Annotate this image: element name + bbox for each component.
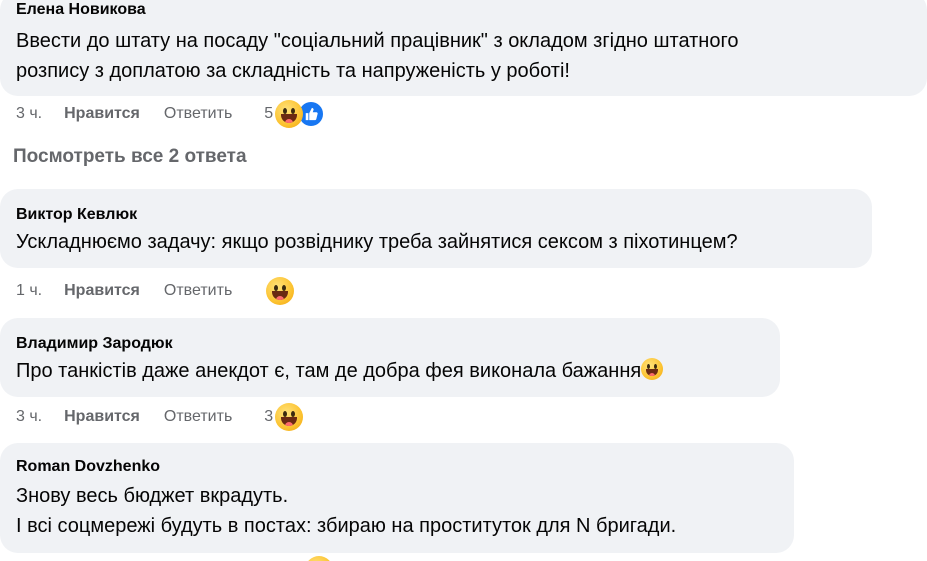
comment-text-line: Ускладнюємо задачу: якщо розвіднику треб…	[16, 231, 738, 253]
comment-bubble: Roman Dovzhenko Знову весь бюджет вкраду…	[0, 443, 794, 553]
comment-bubble: Виктор Кевлюк Ускладнюємо задачу: якщо р…	[0, 189, 872, 268]
comment-actions: 1 ч. Нравится Ответить	[16, 277, 295, 305]
reply-button[interactable]: Ответить	[164, 282, 232, 300]
comment-bubble: Владимир Зародюк Про танкістів даже анек…	[0, 318, 780, 397]
comment-author[interactable]: Владимир Зародюк	[16, 334, 764, 354]
comment-actions: 3 ч. Нравится Ответить 5	[16, 100, 326, 128]
laughing-emoji-icon[interactable]	[275, 403, 304, 431]
comment-time[interactable]: 1 ч.	[16, 282, 42, 300]
comment-actions: 3 ч. Нравится Ответить 3	[16, 403, 304, 431]
laughing-emoji-icon	[305, 556, 333, 561]
comment-text-line: І всі соцмережі будуть в постах: збираю …	[16, 515, 677, 537]
reaction-count[interactable]: 3	[264, 408, 273, 426]
comment-time[interactable]: 3 ч.	[16, 105, 42, 123]
laughing-emoji-icon[interactable]	[275, 100, 304, 128]
like-button[interactable]: Нравится	[64, 105, 140, 123]
comment-text-line: Про танкістів даже анекдот є, там де доб…	[16, 356, 764, 386]
comment-text-line: Ввести до штату на посаду "соціальний пр…	[16, 30, 739, 52]
laughing-emoji-icon[interactable]	[266, 277, 295, 305]
reaction-count[interactable]: 5	[264, 105, 273, 123]
comment-author[interactable]: Виктор Кевлюк	[16, 205, 856, 225]
like-button[interactable]: Нравится	[64, 408, 140, 426]
comment-text-line: Знову весь бюджет вкрадуть.	[16, 485, 289, 507]
comment-author[interactable]: Roman Dovzhenko	[16, 457, 778, 477]
comment-time[interactable]: 3 ч.	[16, 408, 42, 426]
view-replies-link[interactable]: Посмотреть все 2 ответа	[13, 146, 247, 168]
comment-bubble: Елена Новикова Ввести до штату на посаду…	[0, 0, 927, 96]
grinning-emoji-icon	[641, 358, 664, 380]
like-button[interactable]: Нравится	[64, 282, 140, 300]
comment-text-line: розпису з доплатою за складність та напр…	[16, 60, 570, 82]
reply-button[interactable]: Ответить	[164, 408, 232, 426]
reply-button[interactable]: Ответить	[164, 105, 232, 123]
comment-text: Про танкістів даже анекдот є, там де доб…	[16, 360, 642, 382]
comment-author[interactable]: Елена Новикова	[16, 0, 911, 20]
